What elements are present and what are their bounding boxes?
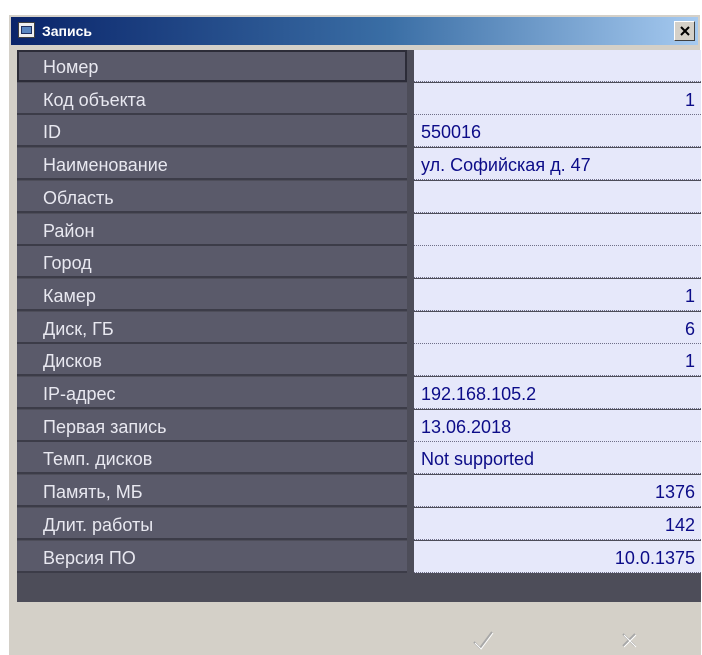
property-label: Темп. дисков: [17, 442, 407, 474]
property-label: Длит. работы: [17, 508, 407, 540]
title-bar[interactable]: Запись: [11, 17, 698, 45]
table-row[interactable]: Память, МБ 1376: [17, 475, 701, 507]
property-label: Диск, ГБ: [17, 312, 407, 344]
ok-button[interactable]: [470, 628, 496, 652]
property-value-field[interactable]: [414, 181, 701, 213]
table-row[interactable]: Код объекта 1: [17, 83, 701, 115]
property-value-field[interactable]: 142: [414, 508, 701, 540]
table-row[interactable]: Темп. дисков Not supported: [17, 442, 701, 474]
property-value-field[interactable]: 6: [414, 312, 701, 344]
table-row[interactable]: Номер: [17, 50, 701, 82]
property-label: Код объекта: [17, 83, 407, 115]
record-dialog: Запись Номер Код объекта 1 ID 550016 Наименов…: [8, 14, 701, 655]
property-value-field[interactable]: [414, 50, 701, 82]
dialog-footer: [9, 602, 701, 655]
property-value-field[interactable]: 13.06.2018: [414, 410, 701, 442]
window-title: Запись: [42, 23, 93, 39]
close-button[interactable]: [674, 21, 695, 41]
property-grid: Номер Код объекта 1 ID 550016 Наименование ул.…: [17, 50, 701, 610]
property-value-field[interactable]: 1: [414, 279, 701, 311]
table-row[interactable]: IP-адрес 192.168.105.2: [17, 377, 701, 409]
table-row[interactable]: Наименование ул. Софийская д. 47: [17, 148, 701, 180]
property-label: IP-адрес: [17, 377, 407, 409]
property-label: Город: [17, 246, 407, 278]
table-row[interactable]: Область: [17, 181, 701, 213]
grid-bottom-bar: [17, 594, 701, 602]
property-label: Дисков: [17, 344, 407, 376]
property-label: Район: [17, 214, 407, 246]
table-row[interactable]: Версия ПО 10.0.1375: [17, 541, 701, 573]
table-row[interactable]: Город: [17, 246, 701, 278]
table-row[interactable]: Длит. работы 142: [17, 508, 701, 540]
property-value-field[interactable]: 1376: [414, 475, 701, 507]
property-label: Память, МБ: [17, 475, 407, 507]
property-value-field[interactable]: ул. Софийская д. 47: [414, 148, 701, 180]
property-value-field[interactable]: 550016: [414, 115, 701, 147]
property-value-field[interactable]: Not supported: [414, 442, 701, 474]
cancel-button[interactable]: [616, 628, 642, 652]
close-icon: [680, 26, 690, 36]
checkmark-icon: [473, 631, 494, 650]
property-label: Первая запись: [17, 410, 407, 442]
property-value-field[interactable]: [414, 246, 701, 278]
property-value-field[interactable]: [414, 214, 701, 246]
property-label: Версия ПО: [17, 541, 407, 573]
property-label: Наименование: [17, 148, 407, 180]
cross-icon: [622, 633, 637, 648]
table-row[interactable]: Район: [17, 214, 701, 246]
table-row[interactable]: Диск, ГБ 6: [17, 312, 701, 344]
window-app-icon: [18, 22, 35, 38]
property-value-field[interactable]: 192.168.105.2: [414, 377, 701, 409]
property-value-field[interactable]: 1: [414, 83, 701, 115]
property-label: Камер: [17, 279, 407, 311]
property-label: ID: [17, 115, 407, 147]
table-row[interactable]: Первая запись 13.06.2018: [17, 410, 701, 442]
table-row[interactable]: ID 550016: [17, 115, 701, 147]
table-row[interactable]: Камер 1: [17, 279, 701, 311]
property-label: Область: [17, 181, 407, 213]
property-value-field[interactable]: 10.0.1375: [414, 541, 701, 573]
property-label: Номер: [17, 50, 407, 82]
property-value-field[interactable]: 1: [414, 344, 701, 376]
table-row[interactable]: Дисков 1: [17, 344, 701, 376]
